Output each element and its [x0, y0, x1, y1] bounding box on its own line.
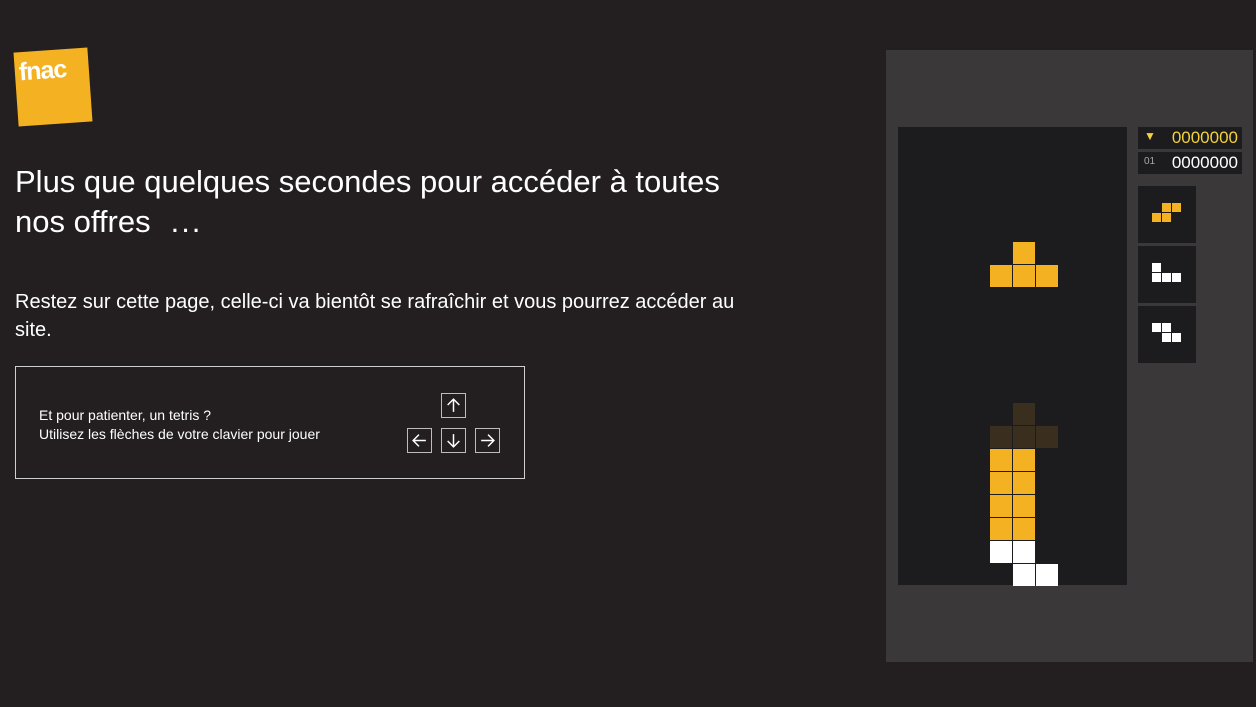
down-arrow-icon [447, 434, 460, 448]
ghost-cell [1036, 426, 1058, 448]
tetris-cell [990, 472, 1012, 494]
tetris-cell [990, 449, 1012, 471]
tetris-cell [1036, 564, 1058, 586]
preview-cell [1152, 273, 1161, 282]
current-score: 01 0000000 [1138, 152, 1242, 174]
ghost-cell [1013, 426, 1035, 448]
tetris-cell [1013, 564, 1035, 586]
preview-cell [1162, 203, 1171, 212]
preview-cell [1162, 213, 1171, 222]
tetris-cell [1013, 541, 1035, 563]
right-arrow-icon [481, 434, 495, 447]
level-label: 01 [1144, 156, 1156, 167]
left-arrow-icon [412, 434, 426, 447]
up-arrow-key[interactable] [441, 393, 466, 418]
preview-cell [1162, 273, 1171, 282]
tetris-cell [1036, 265, 1058, 287]
trophy-icon: ▼ [1144, 129, 1156, 143]
next-piece-preview-2 [1138, 246, 1196, 303]
tetris-cell [1013, 495, 1035, 517]
logo-text: fnac [17, 55, 68, 87]
up-arrow-icon [447, 398, 460, 412]
tetris-board[interactable] [898, 127, 1127, 586]
preview-cell [1172, 333, 1181, 342]
preview-cell [1172, 203, 1181, 212]
high-score-value: 0000000 [1171, 128, 1238, 147]
down-arrow-key[interactable] [441, 428, 466, 453]
tetris-invite-box: Et pour patienter, un tetris ? Utilisez … [15, 366, 525, 479]
preview-cell [1152, 263, 1161, 272]
invite-title: Et pour patienter, un tetris ? [39, 407, 211, 423]
tetris-cell [990, 518, 1012, 540]
preview-cell [1162, 323, 1171, 332]
tetris-cell [1013, 265, 1035, 287]
preview-cell [1172, 273, 1181, 282]
right-arrow-key[interactable] [475, 428, 500, 453]
tetris-cell [990, 265, 1012, 287]
high-score: ▼ 0000000 [1138, 127, 1242, 149]
tetris-cell [990, 495, 1012, 517]
current-score-value: 0000000 [1171, 153, 1238, 172]
tetris-cell [1013, 518, 1035, 540]
tetris-panel: ▼ 0000000 01 0000000 [886, 50, 1253, 662]
fnac-logo[interactable]: fnac [13, 47, 93, 127]
invite-instructions: Utilisez les flèches de votre clavier po… [39, 426, 320, 442]
tetris-cell [1013, 449, 1035, 471]
preview-cell [1152, 213, 1161, 222]
ghost-cell [990, 426, 1012, 448]
refresh-message: Restez sur cette page, celle-ci va bient… [15, 291, 735, 341]
page-headline: Plus que quelques secondes pour accéder … [15, 162, 775, 242]
preview-cell [1162, 333, 1171, 342]
headline-text: Plus que quelques secondes pour accéder … [15, 164, 720, 239]
next-piece-preview-3 [1138, 306, 1196, 363]
tetris-cell [1013, 242, 1035, 264]
loading-dots: ... [170, 204, 203, 239]
tetris-cell [990, 541, 1012, 563]
ghost-cell [1013, 403, 1035, 425]
left-arrow-key[interactable] [407, 428, 432, 453]
next-piece-preview-1 [1138, 186, 1196, 243]
tetris-cell [1013, 472, 1035, 494]
preview-cell [1152, 323, 1161, 332]
